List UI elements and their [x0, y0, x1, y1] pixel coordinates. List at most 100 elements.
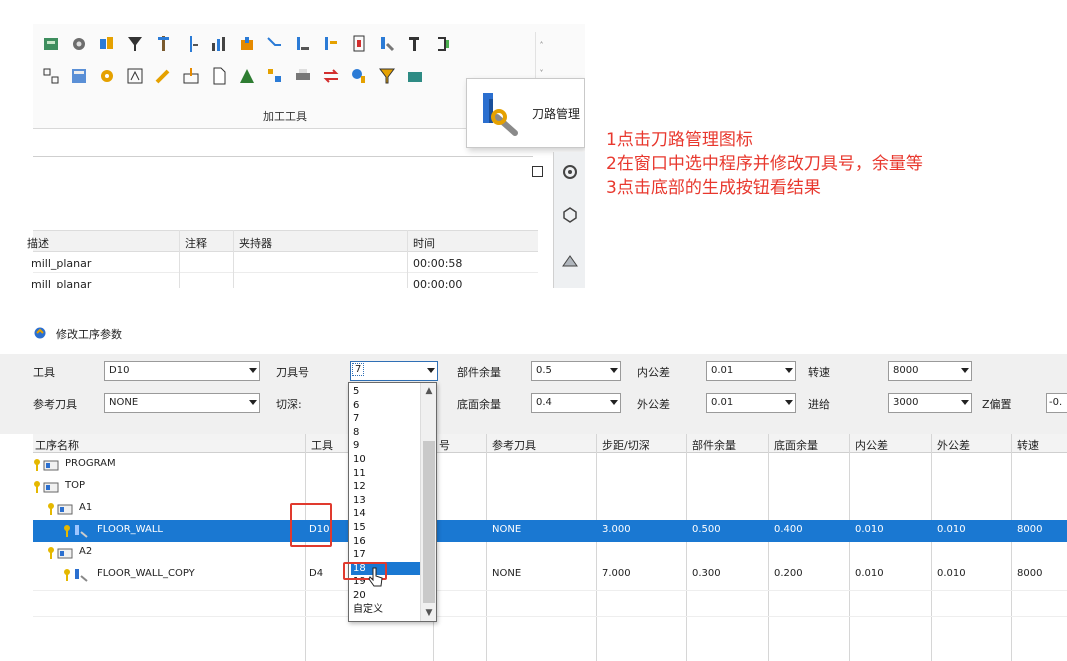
- spindle-speed-combo[interactable]: 8000: [888, 361, 972, 381]
- print-icon[interactable]: [291, 64, 315, 88]
- sequence-icon[interactable]: [39, 64, 63, 88]
- dropdown-option[interactable]: 6: [351, 399, 421, 412]
- tree-icons: [63, 567, 89, 583]
- z-offset-combo[interactable]: -0.: [1046, 393, 1067, 413]
- dropdown-option[interactable]: 5: [351, 385, 421, 398]
- arrow-tool-icon[interactable]: [263, 32, 287, 56]
- pane-divider: [33, 156, 533, 157]
- col-tool[interactable]: 工具: [311, 437, 333, 453]
- key-icon: [64, 569, 70, 581]
- folder-icon: [43, 460, 59, 471]
- col-divider: [233, 230, 234, 288]
- drill-icon[interactable]: [179, 32, 203, 56]
- blank-page-icon[interactable]: [207, 64, 231, 88]
- col-stepover[interactable]: 步距/切深: [602, 437, 650, 453]
- teal-block-icon[interactable]: [403, 64, 427, 88]
- info-icon[interactable]: [347, 64, 371, 88]
- tree-view-icon[interactable]: [263, 64, 287, 88]
- dropdown-option[interactable]: 7: [351, 412, 421, 425]
- nx-window-top: ˄ ˅ 加工工具 刀路管理 描述 注释 夹持器 时间 mill_planar 00…: [0, 0, 585, 288]
- text-tool-icon[interactable]: [403, 32, 427, 56]
- outer-tolerance-combo[interactable]: 0.01: [706, 393, 796, 413]
- cell-ref-tool: NONE: [492, 568, 522, 579]
- instruction-step-3: 3点击底部的生成按钮看结果: [606, 178, 821, 198]
- col-description[interactable]: 描述: [27, 235, 49, 251]
- instruction-step-1: 1点击刀路管理图标: [606, 130, 753, 150]
- tree-row-program[interactable]: PROGRAM: [33, 454, 1067, 476]
- dropdown-option[interactable]: 15: [351, 521, 421, 534]
- grid-header: 工序名称 工具 号 参考刀具 步距/切深 部件余量 底面余量 内公差 外公差 转…: [33, 434, 1067, 453]
- col-inner-tol[interactable]: 内公差: [855, 437, 888, 453]
- scroll-up-icon[interactable]: ▲: [423, 385, 435, 397]
- settings-gear-icon[interactable]: [560, 162, 580, 182]
- scroll-thumb[interactable]: [423, 441, 435, 603]
- dropdown-option[interactable]: 自定义: [351, 603, 421, 616]
- tool-combo[interactable]: D10: [104, 361, 260, 381]
- col-part-stock[interactable]: 部件余量: [692, 437, 736, 453]
- tree-row-floor-wall-copy[interactable]: FLOOR_WALL_COPY D4 NONE 7.000 0.300 0.20…: [33, 564, 1067, 586]
- dropdown-option[interactable]: 9: [351, 439, 421, 452]
- feed-rate-combo[interactable]: 3000: [888, 393, 972, 413]
- chart-bar-icon[interactable]: [207, 32, 231, 56]
- parts-navigator-icon[interactable]: [560, 204, 580, 224]
- col-holder[interactable]: 夹持器: [239, 235, 272, 251]
- dropdown-option[interactable]: 17: [351, 548, 421, 561]
- machine-tool-icon[interactable]: [39, 32, 63, 56]
- navigator-row[interactable]: mill_planar 00:00:58: [31, 253, 538, 273]
- ref-tool-combo[interactable]: NONE: [104, 393, 260, 413]
- dropdown-option[interactable]: 10: [351, 453, 421, 466]
- col-tool-number[interactable]: 号: [439, 437, 450, 453]
- path-down-icon[interactable]: [291, 32, 315, 56]
- toolpath-manager-icon[interactable]: [375, 32, 399, 56]
- tree-row-a1[interactable]: A1: [33, 498, 1067, 520]
- part-stock-combo[interactable]: 0.5: [531, 361, 621, 381]
- dropdown-option[interactable]: 12: [351, 480, 421, 493]
- col-floor-stock[interactable]: 底面余量: [774, 437, 818, 453]
- scroll-down-icon[interactable]: ▼: [423, 607, 435, 619]
- funnel-icon[interactable]: [375, 64, 399, 88]
- chevron-down-icon: [249, 400, 257, 405]
- tool-cell-highlight-box: [290, 503, 332, 547]
- navigator-row[interactable]: mill_planar 00:00:00: [31, 274, 538, 288]
- col-operation-name[interactable]: 工序名称: [35, 437, 79, 453]
- tool-path-icon[interactable]: [151, 32, 175, 56]
- col-time[interactable]: 时间: [413, 235, 435, 251]
- inner-tolerance-combo[interactable]: 0.01: [706, 361, 796, 381]
- pencil-icon[interactable]: [151, 64, 175, 88]
- tree-label: TOP: [65, 480, 86, 491]
- dropdown-scrollbar[interactable]: ▲ ▼: [420, 383, 436, 621]
- path-up-icon[interactable]: [319, 32, 343, 56]
- assembly-navigator-icon[interactable]: [560, 252, 580, 272]
- dropdown-option[interactable]: 8: [351, 426, 421, 439]
- shading-icon[interactable]: [235, 64, 259, 88]
- resource-bar: [553, 152, 585, 288]
- tree-row-floor-wall[interactable]: FLOOR_WALL D10 NONE 3.000 0.500 0.400 0.…: [33, 520, 1067, 542]
- annotation-icon[interactable]: [123, 64, 147, 88]
- tool-number-dropdown-list[interactable]: 5 6 7 8 9 10 11 12 13 14 15 16 17 18 19 20 自定义 ▲ ▼: [348, 382, 437, 622]
- dropdown-option[interactable]: 16: [351, 535, 421, 548]
- col-speed[interactable]: 转速: [1017, 437, 1039, 453]
- part-op-icon[interactable]: [95, 32, 119, 56]
- floor-stock-combo[interactable]: 0.4: [531, 393, 621, 413]
- report-icon[interactable]: [347, 32, 371, 56]
- col-comment[interactable]: 注释: [185, 235, 207, 251]
- filter-icon[interactable]: [123, 32, 147, 56]
- part-3d-icon[interactable]: [235, 32, 259, 56]
- dropdown-option[interactable]: 11: [351, 467, 421, 480]
- bracket-tool-icon[interactable]: [431, 32, 455, 56]
- tree-row-top[interactable]: TOP: [33, 476, 1067, 498]
- maximize-icon[interactable]: [532, 166, 543, 177]
- col-ref-tool[interactable]: 参考刀具: [492, 437, 536, 453]
- dropdown-option[interactable]: 14: [351, 507, 421, 520]
- sheet-icon[interactable]: [67, 64, 91, 88]
- swap-icon[interactable]: [319, 64, 343, 88]
- gear-tool-icon[interactable]: [67, 32, 91, 56]
- export-icon[interactable]: [179, 64, 203, 88]
- col-outer-tol[interactable]: 外公差: [937, 437, 970, 453]
- dropdown-option[interactable]: 13: [351, 494, 421, 507]
- tree-row-a2[interactable]: A2: [33, 542, 1067, 564]
- cell-stepover: 7.000: [602, 568, 631, 579]
- wrench-gear-icon[interactable]: [95, 64, 119, 88]
- tool-number-combo[interactable]: 7: [350, 361, 438, 381]
- dropdown-option[interactable]: 20: [351, 589, 421, 602]
